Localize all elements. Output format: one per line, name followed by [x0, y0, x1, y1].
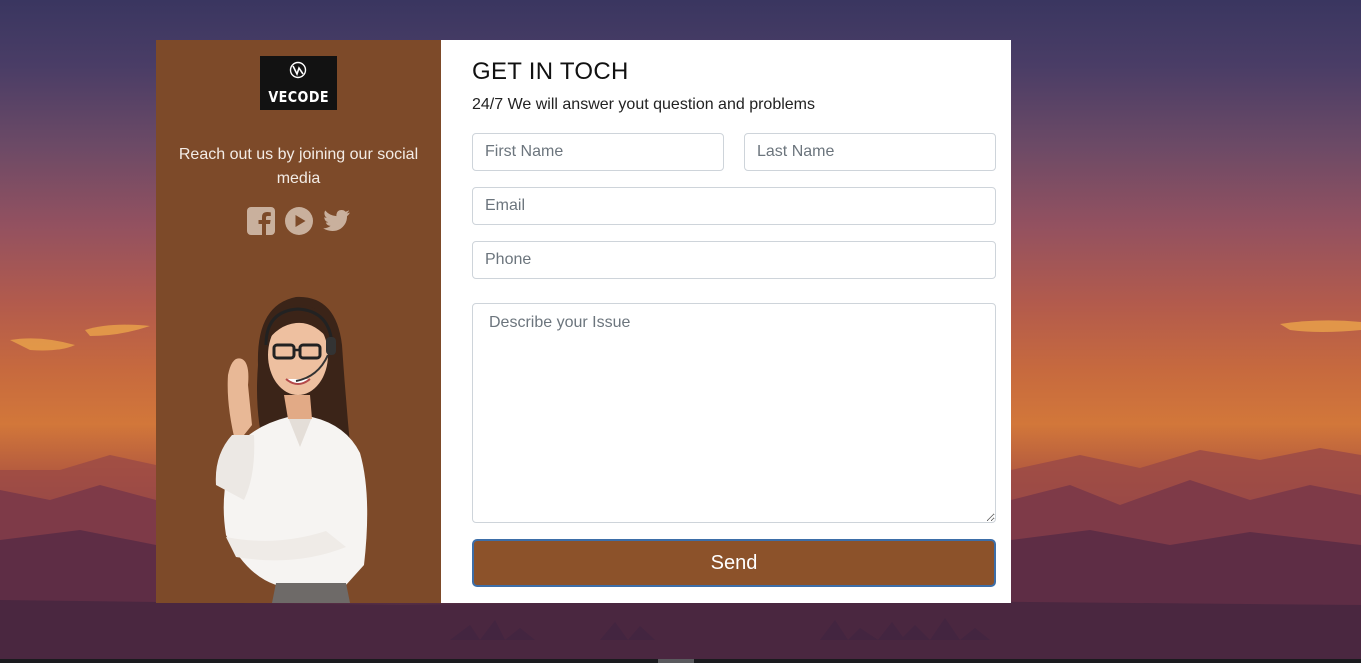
- social-links: [246, 206, 351, 236]
- contact-card: VECODE Reach out us by joining our socia…: [156, 40, 1011, 603]
- logo-text: VECODE: [268, 88, 329, 106]
- last-name-input[interactable]: [744, 133, 996, 171]
- logo-mark-icon: [289, 61, 307, 79]
- phone-input[interactable]: [472, 241, 996, 279]
- support-agent-illustration: [215, 296, 368, 603]
- issue-textarea[interactable]: [472, 303, 996, 523]
- first-name-input[interactable]: [472, 133, 724, 171]
- vecode-logo: VECODE: [260, 56, 337, 110]
- social-tagline: Reach out us by joining our social media: [178, 146, 419, 187]
- twitter-icon[interactable]: [321, 206, 351, 236]
- facebook-icon[interactable]: [246, 206, 276, 236]
- form-subtitle: 24/7 We will answer yout question and pr…: [472, 96, 815, 113]
- brand-panel: VECODE Reach out us by joining our socia…: [156, 40, 441, 603]
- form-title: GET IN TOCH: [472, 58, 629, 85]
- send-button[interactable]: Send: [472, 539, 996, 587]
- scrollbar-thumb[interactable]: [658, 659, 694, 663]
- horizontal-scrollbar[interactable]: [0, 659, 1361, 663]
- youtube-icon[interactable]: [284, 206, 314, 236]
- contact-form-panel: GET IN TOCH 24/7 We will answer yout que…: [441, 40, 1011, 603]
- email-input[interactable]: [472, 187, 996, 225]
